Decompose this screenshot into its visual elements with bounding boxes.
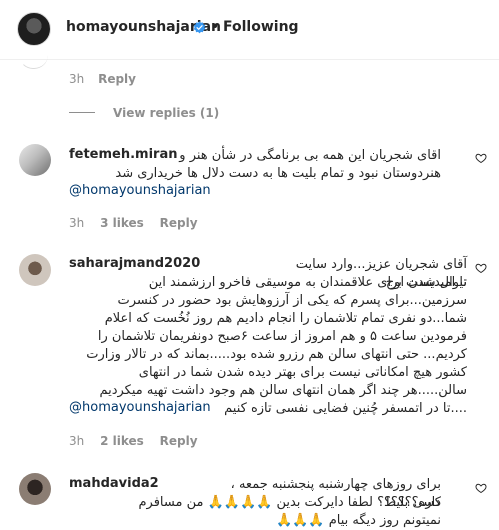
reply-button[interactable]: Reply [160,216,198,230]
heart-outline-icon[interactable] [475,152,487,164]
header-separator: • [211,19,220,35]
comment-text-line: داره؟؟؟؟؟؟ لطفا دایرکت بدین 🙏🙏🙏🙏 من مساف… [138,495,441,510]
comment-text-line: سرزمین...برای پسرم که یکی از آرزوهایش بو… [117,293,467,308]
header-avatar[interactable] [17,12,51,46]
comment-meta: 3h 2 likes Reply [69,434,198,448]
comment-time: 3h [69,216,85,230]
comment-text-line: ....تا در اتمسفر چُنین فضایی نفسی تازه ک… [224,401,467,416]
comment-text-line: کشور هیچ امکاناتی نیست برای بهتر دیده شد… [138,365,467,380]
comment-text-line: فرمودین ساعت ۵ و هم امروز از ساعت ۶صبح د… [97,329,467,344]
comment-text-line: سالن.....هر چند اگر همان انتهای سالن هم … [99,383,467,398]
comment-text-line: اقای شجریان این همه بی برنامگی در شأن هن… [179,148,441,163]
previous-comment-avatar[interactable] [19,50,48,69]
comment-text-line: کردیم... حتی انتهای سالن هم رزرو شده بود… [86,347,467,362]
comment-meta: 3h 3 likes Reply [69,216,198,230]
verified-badge-icon [193,21,206,34]
comment-username[interactable]: saharajmand2020 [69,256,200,271]
post-header: homayounshajarian • Following [0,0,499,60]
comment-text-line: نا امیدیست برای علاقمندان به موسیقی فاخر… [148,275,467,290]
comment-time: 3h [69,434,85,448]
comment-text-line: نمیتونم روز دیگه بیام 🙏🙏🙏 [276,513,441,528]
comment-text-line: شما...دو نفری تمام تلاشمان را انجام دادی… [104,311,467,326]
like-count[interactable]: 3 likes [100,216,144,230]
view-replies-button[interactable]: View replies (1) [113,106,219,120]
like-count[interactable]: 2 likes [100,434,144,448]
comment-text-line: هنردوستان نبود و تمام بلیت ها به دست دلا… [115,166,441,181]
comment-avatar[interactable] [19,254,51,286]
comment-time: 3h [69,72,85,86]
heart-outline-icon[interactable] [475,262,487,274]
heart-outline-icon[interactable] [475,482,487,494]
following-button[interactable]: Following [223,19,299,35]
comment-username[interactable]: mahdavida2 [69,476,159,491]
view-replies-divider [69,112,95,113]
previous-comment-meta: 3h Reply [69,72,136,86]
reply-button[interactable]: Reply [98,72,136,86]
reply-button[interactable]: Reply [160,434,198,448]
mention-link[interactable]: @homayounshajarian [69,183,211,198]
mention-link[interactable]: @homayounshajarian [69,400,211,415]
